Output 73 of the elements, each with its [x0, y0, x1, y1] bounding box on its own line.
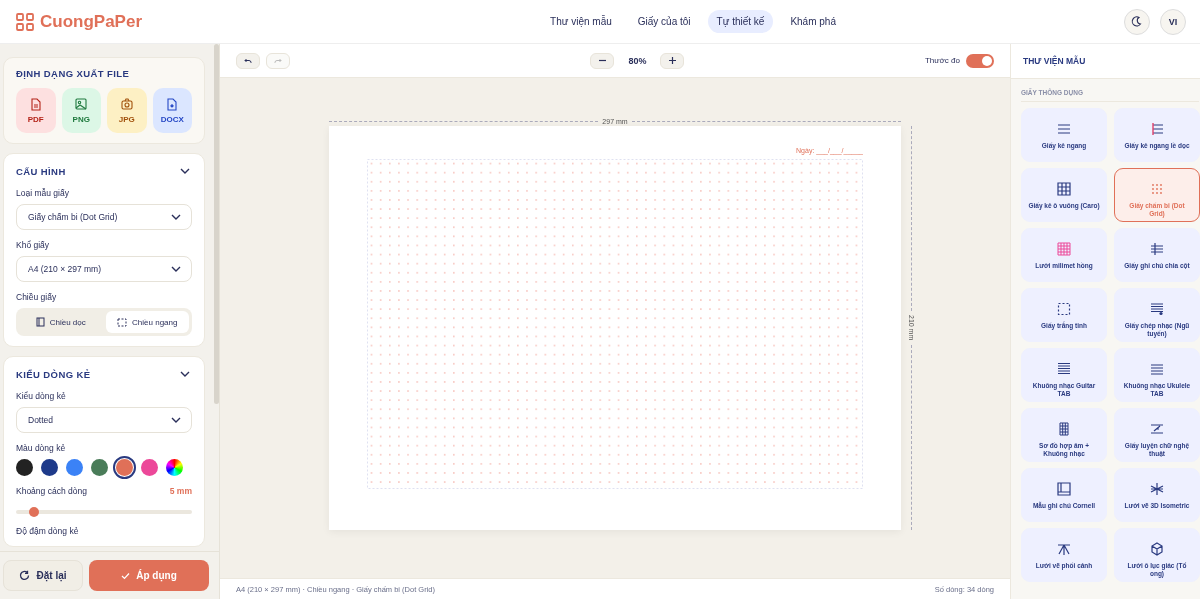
- logo-text: CuongPaPer: [40, 11, 143, 32]
- template-icon: [1056, 121, 1072, 137]
- color-swatch[interactable]: [41, 459, 58, 476]
- undo-icon: [244, 57, 252, 64]
- reset-button[interactable]: Đặt lại: [3, 560, 83, 591]
- toggle-label: Thước đo: [924, 56, 960, 65]
- spacing-value: 5 mm: [169, 486, 192, 496]
- color-swatch[interactable]: [116, 459, 133, 476]
- dropdown[interactable]: Giấy chấm bi (Dot Grid): [16, 204, 192, 230]
- logo-icon: [16, 12, 34, 31]
- template-icon: [1056, 241, 1072, 257]
- export-format-button[interactable]: PNG: [61, 88, 101, 133]
- zoom-in-button[interactable]: [660, 52, 685, 69]
- template-icon: [1149, 541, 1165, 557]
- ruler-toggle[interactable]: [966, 53, 994, 68]
- nav-tab[interactable]: Khám phá: [781, 10, 845, 33]
- export-format-button[interactable]: DOCX: [152, 88, 192, 133]
- file-icon: [120, 97, 133, 111]
- panel-title: THƯ VIỆN MẪU: [1023, 56, 1086, 66]
- nav-tab[interactable]: Tự thiết kế: [707, 10, 774, 33]
- template-icon: [1056, 181, 1072, 197]
- field-label: Màu dòng kẻ: [16, 443, 67, 453]
- template-icon: [1149, 301, 1165, 317]
- portrait-icon: [35, 317, 45, 327]
- field-label: Loại mẫu giấy: [16, 188, 70, 198]
- export-format-button[interactable]: JPG: [107, 88, 147, 133]
- dropdown[interactable]: A4 (210 × 297 mm): [16, 256, 192, 282]
- dropdown[interactable]: Dotted: [16, 407, 192, 433]
- template-icon: [1056, 301, 1072, 317]
- language-button[interactable]: VI: [1160, 8, 1186, 35]
- refresh-icon: [19, 570, 31, 581]
- template-icon: [1056, 481, 1072, 497]
- check-icon: [121, 571, 131, 580]
- nav-tab[interactable]: Giấy của tôi: [628, 10, 700, 33]
- field-label: Độ đậm dòng kẻ: [16, 526, 80, 536]
- file-icon: [75, 97, 88, 111]
- field-label: Khổ giấy: [16, 240, 51, 250]
- color-swatch[interactable]: [141, 459, 158, 476]
- minus-icon: [598, 57, 606, 64]
- template-icon: [1149, 241, 1165, 257]
- color-swatch[interactable]: [16, 459, 33, 476]
- template-icon: [1149, 481, 1165, 497]
- landscape-icon: [117, 317, 128, 327]
- color-picker-swatch[interactable]: [166, 459, 183, 476]
- spacing-slider[interactable]: [16, 510, 192, 514]
- theme-button[interactable]: [1124, 8, 1150, 35]
- undo-button[interactable]: [236, 52, 260, 69]
- color-swatch[interactable]: [91, 459, 108, 476]
- section-title: ĐỊNH DẠNG XUẤT FILE: [16, 68, 131, 79]
- nav-tab[interactable]: Thư viện mẫu: [541, 10, 621, 33]
- template-icon: [1149, 181, 1165, 197]
- color-swatch[interactable]: [66, 459, 83, 476]
- template-icon: [1056, 421, 1072, 437]
- template-icon: [1056, 541, 1072, 557]
- field-label: Chiều giấy: [16, 292, 58, 302]
- template-icon: [1056, 361, 1072, 377]
- section-title: CẤU HÌNH: [16, 165, 66, 177]
- slider-thumb[interactable]: [28, 507, 39, 517]
- plus-icon: [668, 57, 676, 64]
- template-icon: [1149, 121, 1165, 137]
- template-icon: [1149, 361, 1165, 377]
- field-label: Khoảng cách dòng: [16, 486, 87, 496]
- field-label: Kiểu dòng kẻ: [16, 391, 67, 401]
- zoom-level: 80%: [628, 55, 647, 66]
- section-title: KIỂU DÒNG KẺ: [16, 368, 91, 380]
- export-format-button[interactable]: PDF: [16, 88, 56, 133]
- file-icon: [29, 97, 42, 111]
- orientation-option[interactable]: Chiều ngang: [105, 311, 189, 333]
- redo-icon: [274, 57, 282, 64]
- file-icon: [166, 97, 179, 111]
- template-icon: [1149, 421, 1165, 437]
- moon-icon: [1131, 16, 1143, 27]
- orientation-option[interactable]: Chiều dọc: [19, 311, 103, 333]
